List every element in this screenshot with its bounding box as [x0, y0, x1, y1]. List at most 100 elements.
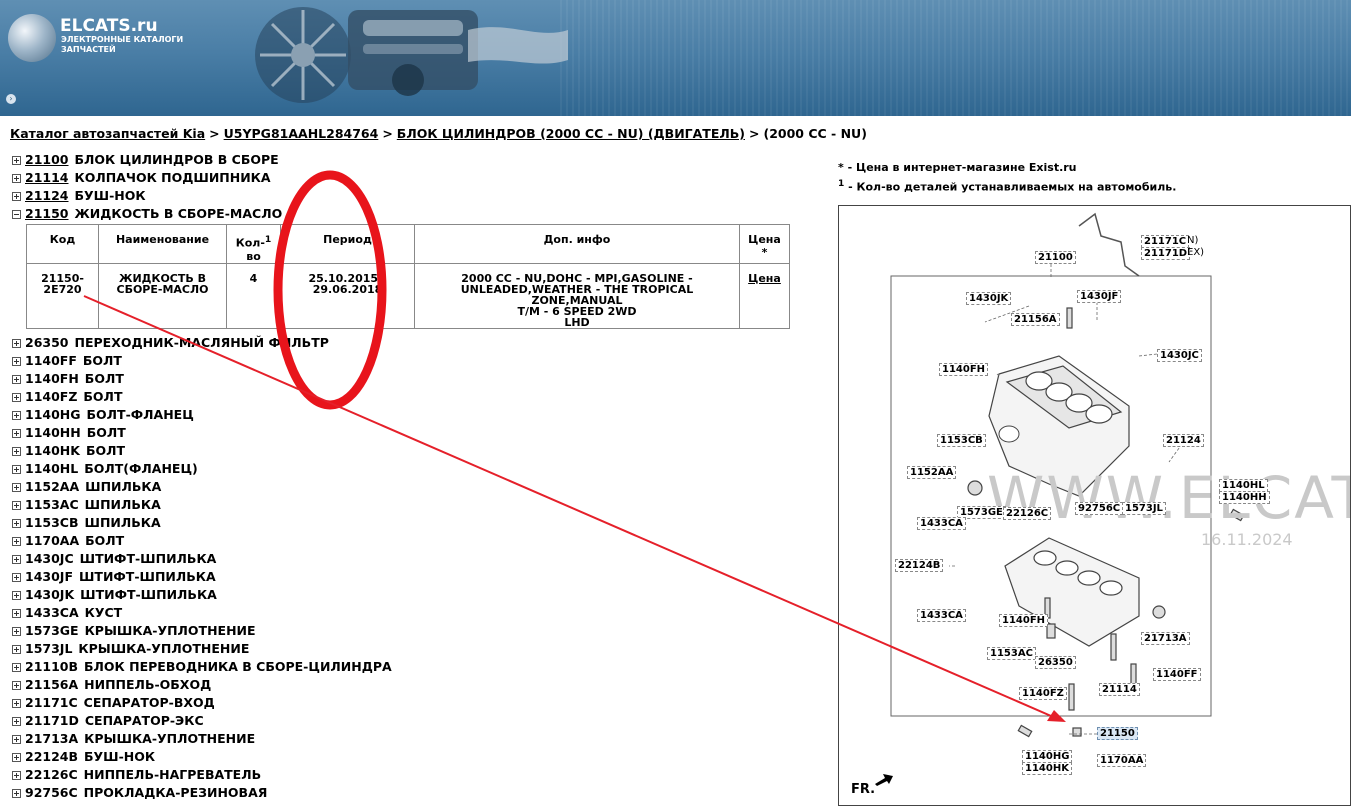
expand-icon[interactable]	[12, 173, 21, 183]
expand-icon[interactable]	[12, 554, 21, 564]
tree-node[interactable]: 21171C СЕПАРАТОР-ВХОД	[12, 694, 392, 712]
tree-node[interactable]: 1430JF ШТИФТ-ШПИЛЬКА	[12, 568, 392, 586]
expand-icon[interactable]	[12, 338, 21, 348]
tree-node[interactable]: 1140FZ БОЛТ	[12, 388, 392, 406]
tree-node[interactable]: 1153CB ШПИЛЬКА	[12, 514, 392, 532]
tree-node-code[interactable]: 22126C	[25, 766, 78, 784]
tree-node[interactable]: 1140HG БОЛТ-ФЛАНЕЦ	[12, 406, 392, 424]
tree-node[interactable]: 1140HH БОЛТ	[12, 424, 392, 442]
tree-node-code[interactable]: 1140HL	[25, 460, 78, 478]
tree-node[interactable]: 21110B БЛОК ПЕРЕВОДНИКА В СБОРЕ-ЦИЛИНДРА	[12, 658, 392, 676]
collapse-icon[interactable]	[12, 209, 21, 219]
callout-92756C[interactable]: 92756C	[1075, 502, 1124, 515]
tree-node[interactable]: 1573JL КРЫШКА-УПЛОТНЕНИЕ	[12, 640, 392, 658]
callout-21150[interactable]: 21150	[1097, 727, 1138, 740]
expand-icon[interactable]	[12, 410, 21, 420]
expand-icon[interactable]	[12, 716, 21, 726]
tree-node[interactable]: 1140HK БОЛТ	[12, 442, 392, 460]
expand-icon[interactable]	[12, 680, 21, 690]
globe-logo-icon[interactable]	[8, 14, 56, 62]
callout-1430JC[interactable]: 1430JC	[1157, 349, 1202, 362]
expand-icon[interactable]	[12, 500, 21, 510]
tree-node-code[interactable]: 1153CB	[25, 514, 79, 532]
expand-icon[interactable]	[12, 608, 21, 618]
tree-node-code[interactable]: 21100	[25, 151, 69, 169]
tree-node-code[interactable]: 1170AA	[25, 532, 79, 550]
tree-node-code[interactable]: 1573JL	[25, 640, 72, 658]
tree-node-code[interactable]: 26350	[25, 334, 69, 352]
tree-node[interactable]: 1573GE КРЫШКА-УПЛОТНЕНИЕ	[12, 622, 392, 640]
callout-22124B[interactable]: 22124B	[895, 559, 944, 572]
tree-node-code[interactable]: 1140HK	[25, 442, 80, 460]
expand-icon[interactable]	[12, 788, 21, 798]
tree-node[interactable]: 22126C НИППЕЛЬ-НАГРЕВАТЕЛЬ	[12, 766, 392, 784]
tree-node-code[interactable]: 1140FH	[25, 370, 79, 388]
tree-node-code[interactable]: 1152AA	[25, 478, 79, 496]
expand-icon[interactable]	[12, 374, 21, 384]
tree-node-code[interactable]: 1140FZ	[25, 388, 77, 406]
expand-icon[interactable]	[12, 698, 21, 708]
tree-node[interactable]: 1140FH БОЛТ	[12, 370, 392, 388]
callout-21124[interactable]: 21124	[1163, 434, 1204, 447]
callout-1140FF[interactable]: 1140FF	[1153, 668, 1201, 681]
expand-icon[interactable]	[12, 482, 21, 492]
expand-icon[interactable]	[12, 572, 21, 582]
tree-node-code[interactable]: 21713A	[25, 730, 78, 748]
callout-1573JL[interactable]: 1573JL	[1122, 502, 1166, 515]
tree-node[interactable]: 21171D СЕПАРАТОР-ЭКС	[12, 712, 392, 730]
callout-1433CA-2[interactable]: 1433CA	[917, 609, 966, 622]
tree-node-code[interactable]: 1140FF	[25, 352, 77, 370]
callout-21114[interactable]: 21114	[1099, 683, 1140, 696]
expand-icon[interactable]	[12, 770, 21, 780]
callout-1153CB[interactable]: 1153CB	[937, 434, 986, 447]
tree-node-code[interactable]: 1433CA	[25, 604, 79, 622]
tree-node-code[interactable]: 21114	[25, 169, 69, 187]
expand-icon[interactable]	[12, 626, 21, 636]
tree-node[interactable]: 1170AA БОЛТ	[12, 532, 392, 550]
tree-node[interactable]: 26350 ПЕРЕХОДНИК-МАСЛЯНЫЙ ФИЛЬТР	[12, 334, 392, 352]
tree-node-code[interactable]: 1140HH	[25, 424, 81, 442]
tree-node-code[interactable]: 21156A	[25, 676, 78, 694]
tree-node[interactable]: 1153AC ШПИЛЬКА	[12, 496, 392, 514]
callout-1433CA[interactable]: 1433CA	[917, 517, 966, 530]
tree-node-code[interactable]: 21124	[25, 187, 69, 205]
tree-node-code[interactable]: 21110B	[25, 658, 78, 676]
row-price-link[interactable]: Цена	[739, 262, 790, 329]
callout-1430JF[interactable]: 1430JF	[1077, 290, 1122, 303]
expand-icon[interactable]	[12, 644, 21, 654]
expand-icon[interactable]	[12, 590, 21, 600]
arrow-right-icon[interactable]: ›	[6, 94, 16, 104]
tree-node-code[interactable]: 1430JC	[25, 550, 74, 568]
tree-node[interactable]: 1430JK ШТИФТ-ШПИЛЬКА	[12, 586, 392, 604]
tree-node[interactable]: 1430JC ШТИФТ-ШПИЛЬКА	[12, 550, 392, 568]
expand-icon[interactable]	[12, 518, 21, 528]
expand-icon[interactable]	[12, 734, 21, 744]
tree-node[interactable]: 21114 КОЛПАЧОК ПОДШИПНИКА	[12, 169, 392, 187]
callout-1140HH[interactable]: 1140HH	[1219, 491, 1270, 504]
callout-1140FZ[interactable]: 1140FZ	[1019, 687, 1067, 700]
tree-node[interactable]: 1433CA КУСТ	[12, 604, 392, 622]
expand-icon[interactable]	[12, 662, 21, 672]
tree-node[interactable]: 1140HL БОЛТ(ФЛАНЕЦ)	[12, 460, 392, 478]
breadcrumb-group-link[interactable]: БЛОК ЦИЛИНДРОВ (2000 CC - NU) (ДВИГАТЕЛЬ…	[397, 126, 745, 141]
tree-node-code[interactable]: 21171C	[25, 694, 78, 712]
expand-icon[interactable]	[12, 446, 21, 456]
tree-node-code[interactable]: 1430JK	[25, 586, 74, 604]
row-code[interactable]: 21150- 2E720	[26, 262, 99, 329]
tree-node-code[interactable]: 1573GE	[25, 622, 79, 640]
tree-node-code[interactable]: 22124B	[25, 748, 78, 766]
expand-icon[interactable]	[12, 428, 21, 438]
expand-icon[interactable]	[12, 191, 21, 201]
tree-node[interactable]: 21100 БЛОК ЦИЛИНДРОВ В СБОРЕ	[12, 151, 392, 169]
expand-icon[interactable]	[12, 392, 21, 402]
breadcrumb-catalog-link[interactable]: Каталог автозапчастей Kia	[10, 126, 205, 141]
expand-icon[interactable]	[12, 464, 21, 474]
tree-node-code[interactable]: 1430JF	[25, 568, 73, 586]
tree-node[interactable]: 1152AA ШПИЛЬКА	[12, 478, 392, 496]
callout-1153AC[interactable]: 1153AC	[987, 647, 1036, 660]
tree-node[interactable]: 22124B БУШ-НОК	[12, 748, 392, 766]
tree-node[interactable]: 21150 ЖИДКОСТЬ В СБОРЕ-МАСЛО	[12, 205, 392, 223]
expand-icon[interactable]	[12, 752, 21, 762]
callout-21713A[interactable]: 21713A	[1141, 632, 1190, 645]
expand-icon[interactable]	[12, 356, 21, 366]
